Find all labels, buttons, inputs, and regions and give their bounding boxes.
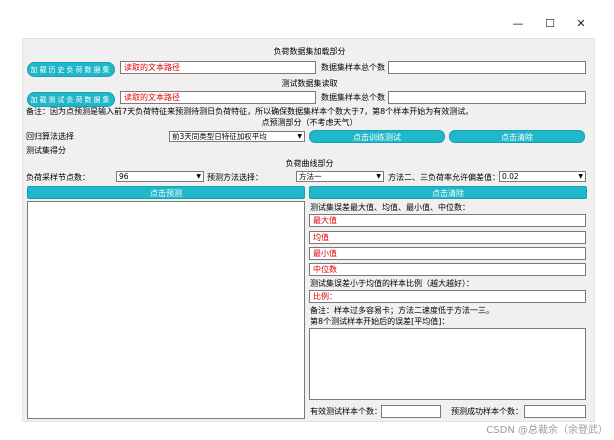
main-panel: 负荷数据集加载部分 加载历史负荷数据集 读取的文本路径 数据集样本总个数 测试数… xyxy=(22,38,595,422)
test-count-field[interactable] xyxy=(388,91,586,104)
test-count-label: 数据集样本总个数 xyxy=(321,93,385,102)
chevron-down-icon: ▼ xyxy=(578,173,583,180)
load-history-button[interactable]: 加载历史负荷数据集 xyxy=(27,62,115,77)
method-select[interactable]: 方法一 ▼ xyxy=(296,171,384,182)
from8-label: 第8个测试样本开始后的误差[平均值]： xyxy=(310,317,450,326)
sample-points-label: 负荷采样节点数： xyxy=(26,173,90,182)
sample-points-select[interactable]: 96 ▼ xyxy=(116,171,204,182)
watermark: CSDN @总裁余（余登武） xyxy=(486,425,608,436)
curve-output-area[interactable] xyxy=(27,201,305,419)
method-label: 预测方法选择： xyxy=(207,173,263,182)
max-error-field[interactable]: 最大值 xyxy=(309,214,586,227)
valid-count-label: 有效测试样本个数： xyxy=(310,407,382,416)
min-error-field[interactable]: 最小值 xyxy=(309,247,586,260)
test-path-field[interactable]: 读取的文本路径 xyxy=(120,91,316,104)
stats-note: 备注：样本过多容易卡；方法二速度低于方法一三。 xyxy=(310,306,494,315)
algo-select-value: 前3天同类型日特征加权平均 xyxy=(172,132,267,141)
stats-header: 测试集误差最大值、均值、最小值、中位数： xyxy=(310,203,470,212)
success-count-field[interactable] xyxy=(524,405,586,418)
mean-error-field[interactable]: 均值 xyxy=(309,231,586,244)
point-section-title: 点预测部分（不考虑天气） xyxy=(261,118,358,127)
score-label: 测试集得分 xyxy=(26,146,66,155)
history-count-field[interactable] xyxy=(388,61,586,74)
note-text: 备注：因为点预测是输入前7天负荷特征来预测待测日负荷特征，所以确保数据集样本个数… xyxy=(26,107,474,116)
point-clear-button[interactable]: 点击清除 xyxy=(449,130,585,143)
sample-points-value: 96 xyxy=(119,172,129,181)
ratio-label: 测试集误差小于均值的样本比例（越大越好）： xyxy=(310,279,474,288)
curve-clear-button[interactable]: 点击清除 xyxy=(309,186,587,199)
history-path-field[interactable]: 读取的文本路径 xyxy=(120,61,316,74)
close-button[interactable]: ✕ xyxy=(571,14,591,34)
ratio-field[interactable]: 比例： xyxy=(309,290,586,303)
algo-select[interactable]: 前3天同类型日特征加权平均 ▼ xyxy=(169,131,305,142)
chevron-down-icon: ▼ xyxy=(376,173,381,180)
train-test-button[interactable]: 点击训练测试 xyxy=(309,130,445,143)
tolerance-select[interactable]: 0.02 ▼ xyxy=(499,171,586,182)
method-value: 方法一 xyxy=(299,172,322,181)
from8-output-area[interactable] xyxy=(309,328,586,400)
success-count-label: 预测成功样本个数： xyxy=(451,407,523,416)
tolerance-label: 方法二、三负荷率允许偏差值： xyxy=(388,173,500,182)
chevron-down-icon: ▼ xyxy=(196,173,201,180)
chevron-down-icon: ▼ xyxy=(297,133,302,140)
tolerance-value: 0.02 xyxy=(502,172,519,181)
history-count-label: 数据集样本总个数 xyxy=(321,63,385,72)
curve-section-title: 负荷曲线部分 xyxy=(285,159,334,168)
test-section-title: 测试数据集读取 xyxy=(281,79,338,88)
load-test-button[interactable]: 加载测试负荷数据集 xyxy=(27,92,115,107)
median-error-field[interactable]: 中位数 xyxy=(309,263,586,276)
valid-count-field[interactable] xyxy=(381,405,441,418)
maximize-button[interactable]: ☐ xyxy=(540,14,560,34)
load-section-title: 负荷数据集加载部分 xyxy=(273,47,346,56)
predict-button[interactable]: 点击预测 xyxy=(27,186,305,199)
minimize-button[interactable]: — xyxy=(508,14,528,34)
algo-label: 回归算法选择 xyxy=(26,132,74,141)
